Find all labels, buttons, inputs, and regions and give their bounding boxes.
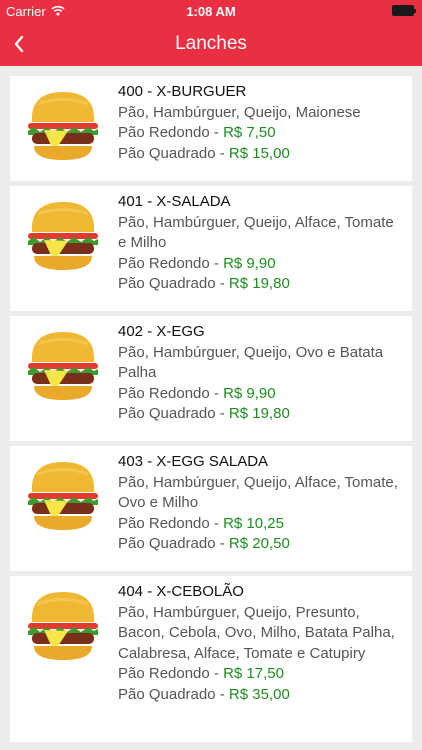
menu-item-name: 402 - X-EGG — [118, 323, 205, 340]
menu-item-description: Pão, Hambúrguer, Queijo, Alface, Tomate,… — [118, 473, 398, 512]
battery-icon — [392, 5, 416, 16]
menu-item-text: 402 - X-EGG Pão, Hambúrguer, Queijo, Ovo… — [118, 322, 404, 425]
menu-item-card[interactable]: 401 - X-SALADA Pão, Hambúrguer, Queijo, … — [10, 186, 412, 311]
round-bread-label: Pão Redondo - — [118, 124, 224, 141]
round-bread-label: Pão Redondo - — [118, 254, 224, 272]
square-bread-label: Pão Quadrado - — [118, 535, 229, 552]
square-bread-label: Pão Quadrado - — [118, 405, 229, 422]
round-bread-price-line: Pão Redondo - R$ 7,50 — [118, 123, 404, 144]
square-bread-label: Pão Quadrado - — [118, 144, 229, 162]
status-time: 1:08 AM — [186, 4, 236, 19]
burger-icon — [28, 202, 98, 270]
menu-item-text: 403 - X-EGG SALADA Pão, Hambúrguer, Quei… — [118, 452, 404, 555]
square-bread-price-line: Pão Quadrado - R$ 20,50 — [118, 534, 404, 555]
menu-item-name: 401 - X-SALADA — [118, 193, 231, 210]
menu-item-text: 404 - X-CEBOLÃO Pão, Hambúrguer, Queijo,… — [118, 582, 404, 705]
burger-icon — [28, 592, 98, 660]
burger-icon — [28, 462, 98, 530]
menu-item-description: Pão, Hambúrguer, Queijo, Maionese — [118, 103, 361, 121]
round-bread-price: R$ 17,50 — [223, 665, 284, 682]
menu-item-description: Pão, Hambúrguer, Queijo, Ovo e Batata Pa… — [118, 343, 384, 382]
burger-icon — [28, 332, 98, 400]
menu-item-name: 403 - X-EGG SALADA — [118, 453, 269, 470]
menu-item-card[interactable]: 400 - X-BURGUER Pão, Hambúrguer, Queijo,… — [10, 76, 412, 181]
round-bread-price-line: Pão Redondo - R$ 9,90 — [118, 384, 404, 405]
page-title: Lanches — [175, 33, 247, 54]
round-bread-price-line: Pão Redondo - R$ 9,90 — [118, 254, 404, 275]
burger-icon — [28, 92, 98, 160]
round-bread-price-line: Pão Redondo - R$ 17,50 — [118, 664, 404, 685]
round-bread-price: R$ 10,25 — [223, 514, 284, 532]
navigation-bar: Lanches — [0, 22, 422, 66]
square-bread-price: R$ 20,50 — [228, 535, 290, 552]
square-bread-price-line: Pão Quadrado - R$ 35,00 — [118, 685, 404, 706]
menu-item-name: 404 - X-CEBOLÃO — [118, 583, 244, 600]
square-bread-price-line: Pão Quadrado - R$ 19,80 — [118, 404, 404, 425]
menu-item-card[interactable]: 403 - X-EGG SALADA Pão, Hambúrguer, Quei… — [10, 446, 412, 571]
square-bread-label: Pão Quadrado - — [118, 275, 229, 292]
round-bread-price: R$ 9,90 — [223, 384, 276, 402]
square-bread-label: Pão Quadrado - — [118, 685, 229, 703]
round-bread-label: Pão Redondo - — [118, 384, 224, 402]
menu-item-card[interactable]: 404 - X-CEBOLÃO Pão, Hambúrguer, Queijo,… — [10, 576, 412, 742]
square-bread-price: R$ 19,80 — [228, 275, 290, 292]
square-bread-price: R$ 19,80 — [228, 405, 290, 422]
square-bread-price-line: Pão Quadrado - R$ 15,00 — [118, 144, 404, 165]
square-bread-price-line: Pão Quadrado - R$ 19,80 — [118, 274, 404, 295]
round-bread-price: R$ 7,50 — [223, 124, 276, 141]
menu-item-text: 401 - X-SALADA Pão, Hambúrguer, Queijo, … — [118, 192, 404, 295]
square-bread-price: R$ 35,00 — [228, 685, 290, 703]
menu-item-text: 400 - X-BURGUER Pão, Hambúrguer, Queijo,… — [118, 82, 404, 164]
menu-item-card[interactable]: 402 - X-EGG Pão, Hambúrguer, Queijo, Ovo… — [10, 316, 412, 441]
round-bread-label: Pão Redondo - — [118, 514, 224, 532]
status-bar: Carrier 1:08 AM — [0, 0, 422, 22]
round-bread-price: R$ 9,90 — [223, 254, 276, 272]
menu-item-name: 400 - X-BURGUER — [118, 83, 247, 100]
round-bread-price-line: Pão Redondo - R$ 10,25 — [118, 514, 404, 535]
round-bread-label: Pão Redondo - — [118, 665, 224, 682]
menu-item-description: Pão, Hambúrguer, Queijo, Presunto, Bacon… — [118, 603, 395, 662]
menu-item-description: Pão, Hambúrguer, Queijo, Alface, Tomate … — [118, 213, 394, 252]
square-bread-price: R$ 15,00 — [228, 144, 290, 162]
